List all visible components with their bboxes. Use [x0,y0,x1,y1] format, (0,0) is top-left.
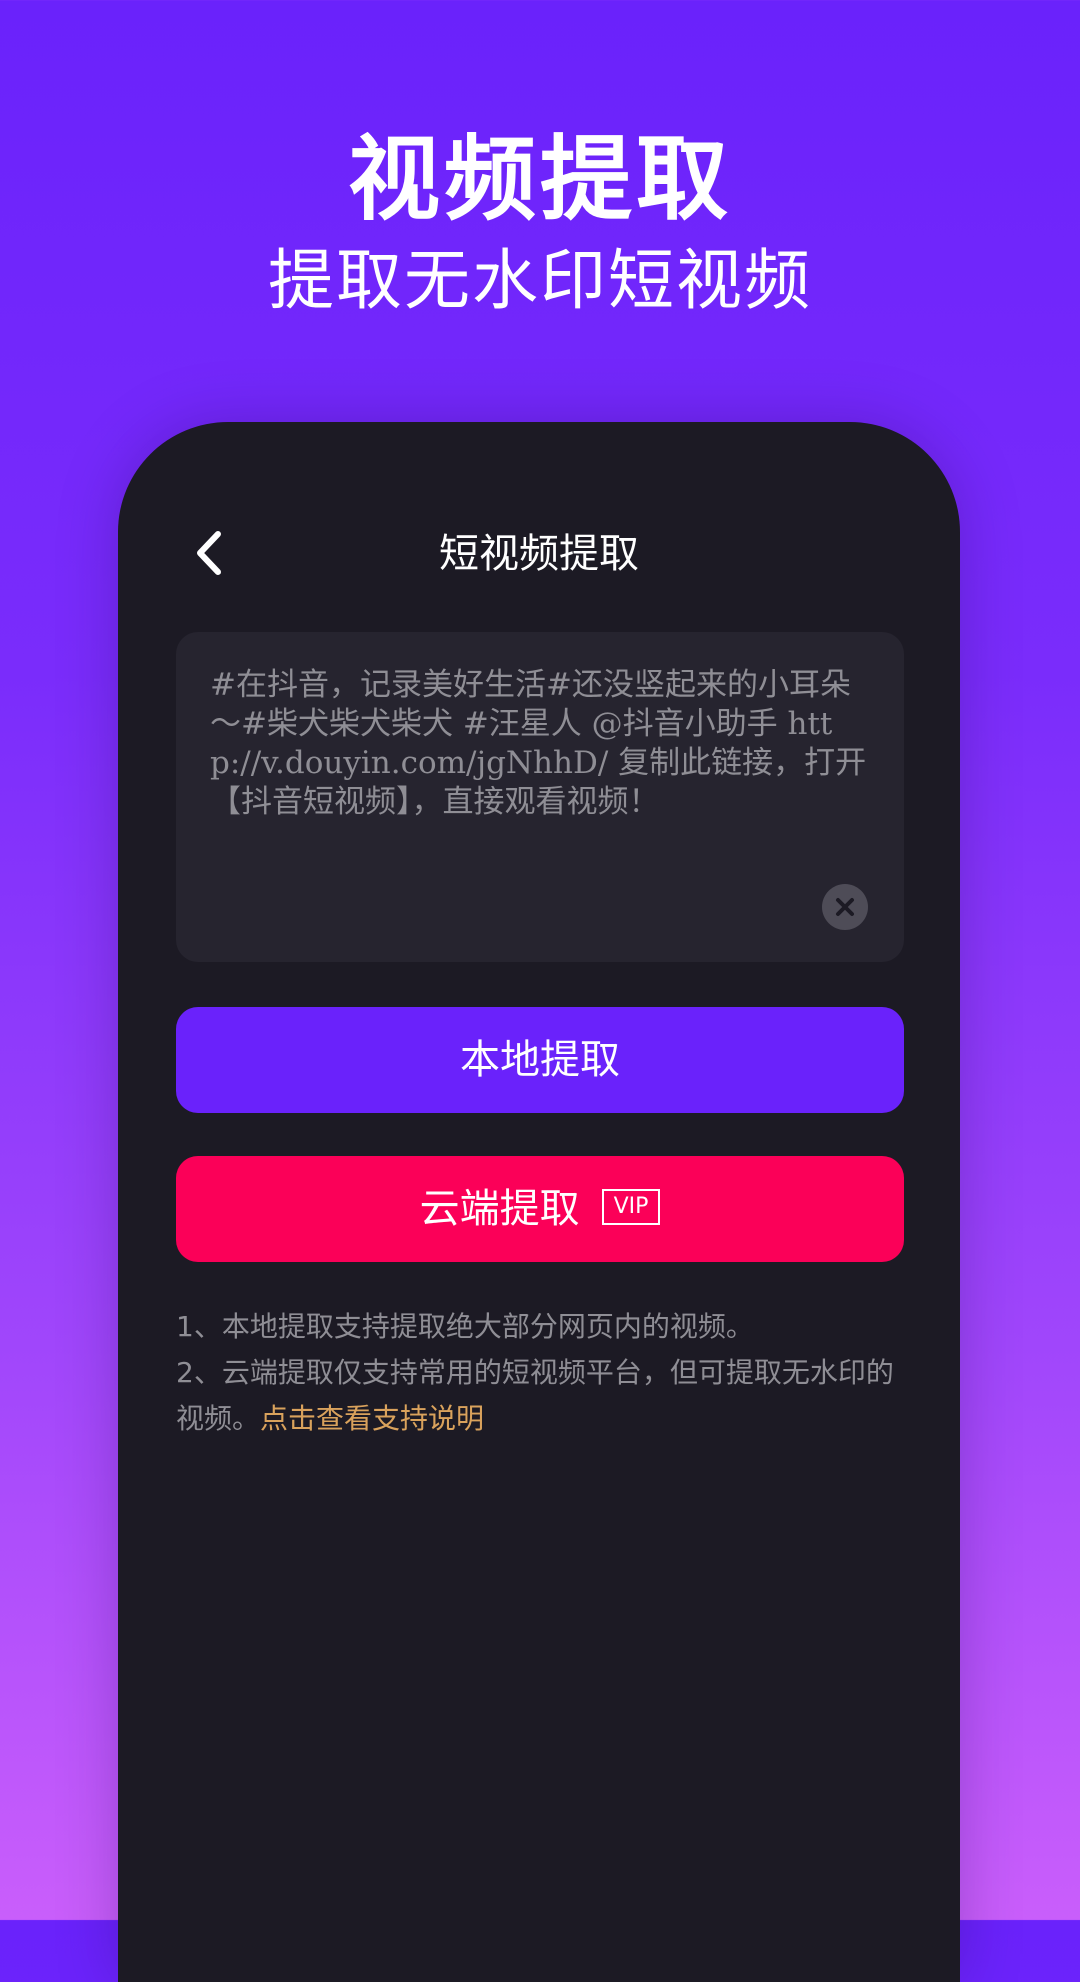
support-info-link[interactable]: 点击查看支持说明 [260,1402,484,1435]
phone-frame: 短视频提取 #在抖音，记录美好生活#还没竖起来的小耳朵～#柴犬柴犬柴犬 #汪星人… [118,422,960,1982]
vip-badge: VIP [601,1189,661,1225]
note-line-1: 1、本地提取支持提取绝大部分网页内的视频。 [176,1310,754,1343]
cloud-extract-label: 云端提取 [419,1186,580,1232]
hero-title: 视频提取 [347,126,732,233]
clear-circle-icon [836,898,854,916]
local-extract-button[interactable]: 本地提取 [176,1007,904,1113]
local-extract-label: 本地提取 [460,1037,620,1083]
link-input-box[interactable]: #在抖音，记录美好生活#还没竖起来的小耳朵～#柴犬柴犬柴犬 #汪星人 @抖音小助… [176,632,904,962]
page-title: 短视频提取 [439,531,639,577]
hero-subtitle: 提取无水印短视频 [268,242,812,319]
cloud-extract-button[interactable]: 云端提取 VIP [176,1156,904,1262]
link-input-text[interactable]: #在抖音，记录美好生活#还没竖起来的小耳朵～#柴犬柴犬柴犬 #汪星人 @抖音小助… [210,666,870,822]
note-line-2: 2、云端提取仅支持常用的短视频平台，但可提取无水印的视频。点击查看支持说明 [176,1350,904,1442]
clear-button[interactable] [822,884,868,930]
extraction-notes: 1、本地提取支持提取绝大部分网页内的视频。 2、云端提取仅支持常用的短视频平台，… [176,1304,904,1442]
